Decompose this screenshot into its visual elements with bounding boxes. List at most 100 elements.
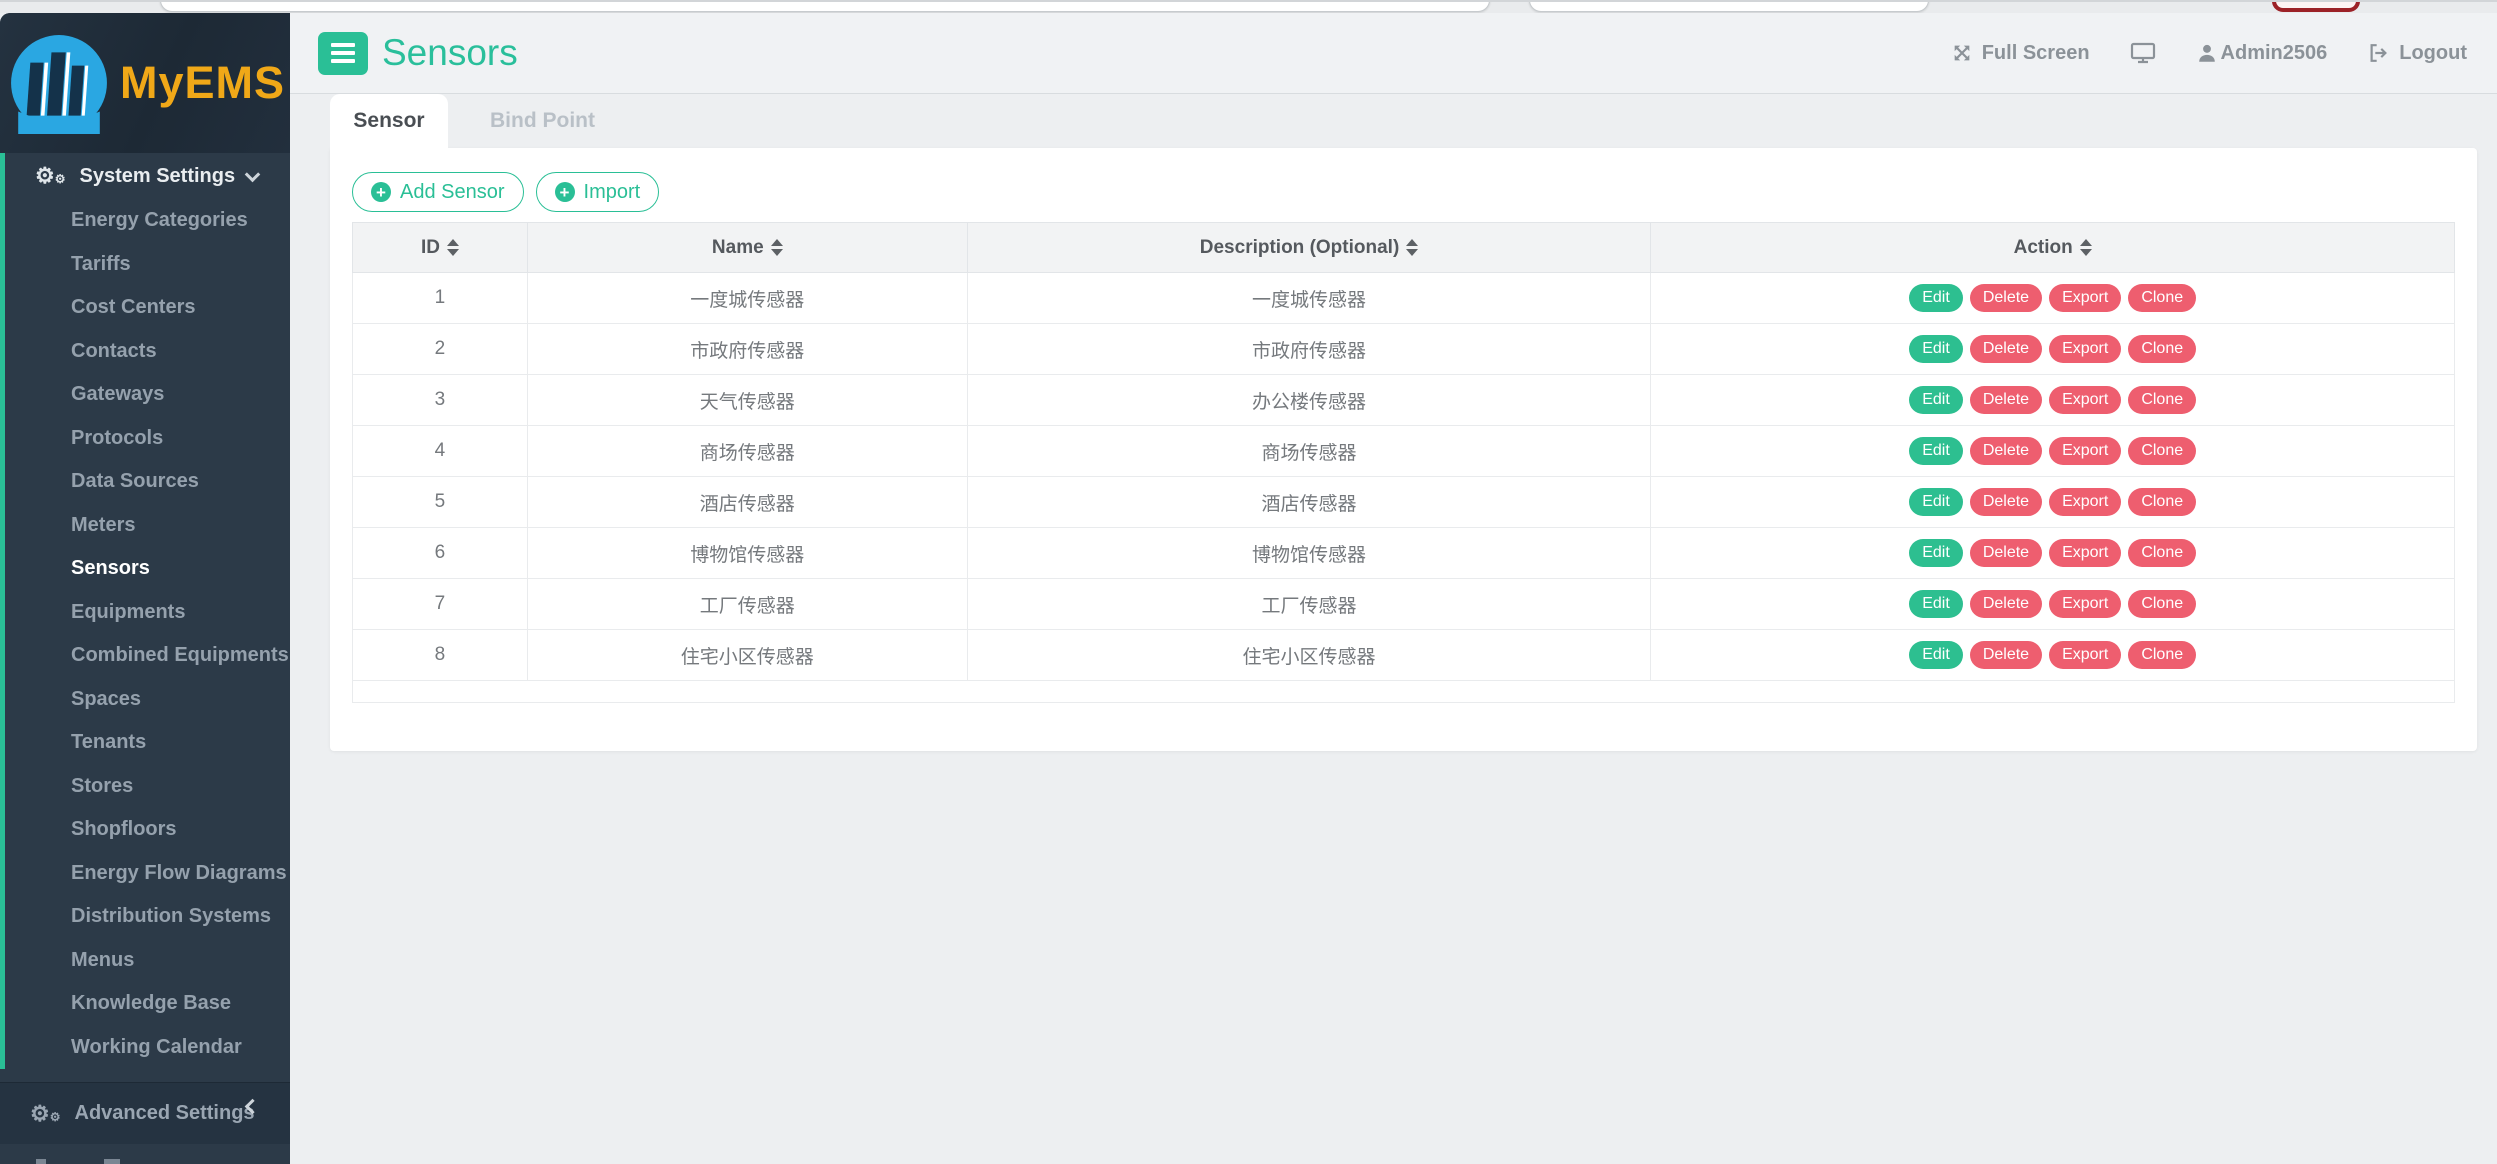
export-button[interactable]: Export (2049, 284, 2121, 312)
clone-button[interactable]: Clone (2128, 335, 2196, 363)
delete-button[interactable]: Delete (1970, 335, 2042, 363)
clone-button[interactable]: Clone (2128, 284, 2196, 312)
cell-description: 博物馆传感器 (967, 528, 1651, 579)
export-button[interactable]: Export (2049, 488, 2121, 516)
sidebar-item-tenants[interactable]: Tenants (5, 721, 290, 765)
export-button[interactable]: Export (2049, 335, 2121, 363)
user-menu[interactable]: Admin2506 (2196, 42, 2328, 65)
delete-button[interactable]: Delete (1970, 590, 2042, 618)
cell-id: 2 (353, 324, 528, 375)
sidebar-item-working-calendar[interactable]: Working Calendar (5, 1026, 290, 1070)
sidebar-item-cost-centers[interactable]: Cost Centers (5, 286, 290, 330)
export-button[interactable]: Export (2049, 539, 2121, 567)
group-label: Advanced Settings (75, 1102, 255, 1125)
sidebar-item-tariffs[interactable]: Tariffs (5, 243, 290, 287)
edit-button[interactable]: Edit (1909, 488, 1963, 516)
sidebar-item-equipments[interactable]: Equipments (5, 591, 290, 635)
sidebar-item-shopfloors[interactable]: Shopfloors (5, 808, 290, 852)
edit-button[interactable]: Edit (1909, 437, 1963, 465)
cell-description: 市政府传感器 (967, 324, 1651, 375)
edit-button[interactable]: Edit (1909, 284, 1963, 312)
edit-button[interactable]: Edit (1909, 590, 1963, 618)
delete-button[interactable]: Delete (1970, 539, 2042, 567)
logout-label: Logout (2399, 42, 2467, 65)
edit-button[interactable]: Edit (1909, 641, 1963, 669)
clone-button[interactable]: Clone (2128, 386, 2196, 414)
clone-button[interactable]: Clone (2128, 590, 2196, 618)
cell-actions: EditDeleteExportClone (1651, 579, 2455, 630)
logout-icon (2367, 42, 2390, 64)
browser-address-bar-remnant (160, 0, 1490, 12)
sidebar-item-protocols[interactable]: Protocols (5, 417, 290, 461)
cell-name: 博物馆传感器 (527, 528, 967, 579)
sidebar-item-energy-flow-diagrams[interactable]: Energy Flow Diagrams (5, 852, 290, 896)
delete-button[interactable]: Delete (1970, 488, 2042, 516)
logout-button[interactable]: Logout (2367, 42, 2467, 65)
logo-icon (8, 32, 110, 134)
export-button[interactable]: Export (2049, 386, 2121, 414)
cell-id: 1 (353, 273, 528, 324)
myems-logo[interactable]: MyEMS (0, 13, 290, 153)
delete-button[interactable]: Delete (1970, 386, 2042, 414)
edit-button[interactable]: Edit (1909, 386, 1963, 414)
topbar: Sensors Full Screen Admin2506 Log (290, 13, 2497, 94)
sort-icon (2080, 239, 2092, 256)
browser-chrome-strip (0, 0, 2497, 13)
export-button[interactable]: Export (2049, 437, 2121, 465)
fullscreen-button[interactable]: Full Screen (1951, 42, 2090, 65)
sensor-card: + Add Sensor + Import ID Name Descriptio… (330, 148, 2477, 751)
cell-actions: EditDeleteExportClone (1651, 528, 2455, 579)
import-button[interactable]: + Import (536, 172, 660, 212)
display-toggle-button[interactable] (2130, 41, 2156, 65)
clone-button[interactable]: Clone (2128, 539, 2196, 567)
tab-sensor[interactable]: Sensor (330, 94, 448, 148)
tab-bind-point[interactable]: Bind Point (490, 109, 595, 133)
cell-actions: EditDeleteExportClone (1651, 630, 2455, 681)
clone-button[interactable]: Clone (2128, 437, 2196, 465)
edit-button[interactable]: Edit (1909, 335, 1963, 363)
table-row: 6 博物馆传感器 博物馆传感器 EditDeleteExportClone (353, 528, 2455, 579)
sidebar-item-stores[interactable]: Stores (5, 765, 290, 809)
export-button[interactable]: Export (2049, 641, 2121, 669)
sidebar-item-energy-categories[interactable]: Energy Categories (5, 199, 290, 243)
export-button[interactable]: Export (2049, 590, 2121, 618)
main-content: Sensor Bind Point + Add Sensor + Import … (290, 94, 2497, 1164)
delete-button[interactable]: Delete (1970, 437, 2042, 465)
sidebar-toggle-button[interactable] (318, 32, 368, 75)
cut-off-menu-icon (36, 1159, 46, 1164)
table-row: 2 市政府传感器 市政府传感器 EditDeleteExportClone (353, 324, 2455, 375)
gears-icon: ⚙⚙ (30, 1103, 61, 1125)
cell-actions: EditDeleteExportClone (1651, 273, 2455, 324)
sidebar-item-meters[interactable]: Meters (5, 504, 290, 548)
column-header-name[interactable]: Name (527, 223, 967, 273)
sidebar-item-combined-equipments[interactable]: Combined Equipments (5, 634, 290, 678)
sidebar-item-knowledge-base[interactable]: Knowledge Base (5, 982, 290, 1026)
delete-button[interactable]: Delete (1970, 284, 2042, 312)
delete-button[interactable]: Delete (1970, 641, 2042, 669)
column-header-action[interactable]: Action (1651, 223, 2455, 273)
sidebar-item-distribution-systems[interactable]: Distribution Systems (5, 895, 290, 939)
sidebar-group-system-settings[interactable]: ⚙⚙ System Settings (5, 153, 290, 199)
group-label: System Settings (80, 165, 236, 188)
sidebar-item-menus[interactable]: Menus (5, 939, 290, 983)
sidebar-item-gateways[interactable]: Gateways (5, 373, 290, 417)
cell-actions: EditDeleteExportClone (1651, 324, 2455, 375)
edit-button[interactable]: Edit (1909, 539, 1963, 567)
chevron-down-icon (245, 167, 261, 183)
cell-name: 天气传感器 (527, 375, 967, 426)
table-header-row: ID Name Description (Optional) Action (353, 223, 2455, 273)
system-settings-group: ⚙⚙ System Settings Energy Categories Tar… (0, 153, 290, 1069)
clone-button[interactable]: Clone (2128, 488, 2196, 516)
cell-id: 6 (353, 528, 528, 579)
clone-button[interactable]: Clone (2128, 641, 2196, 669)
add-sensor-button[interactable]: + Add Sensor (352, 172, 524, 212)
sidebar-item-data-sources[interactable]: Data Sources (5, 460, 290, 504)
sort-icon (771, 239, 783, 256)
sidebar-item-spaces[interactable]: Spaces (5, 678, 290, 722)
column-header-description[interactable]: Description (Optional) (967, 223, 1651, 273)
sidebar-group-advanced-settings[interactable]: ⚙⚙ Advanced Settings (0, 1082, 290, 1144)
column-header-id[interactable]: ID (353, 223, 528, 273)
sidebar-item-contacts[interactable]: Contacts (5, 330, 290, 374)
sidebar-item-sensors[interactable]: Sensors (5, 547, 290, 591)
cell-description: 工厂传感器 (967, 579, 1651, 630)
